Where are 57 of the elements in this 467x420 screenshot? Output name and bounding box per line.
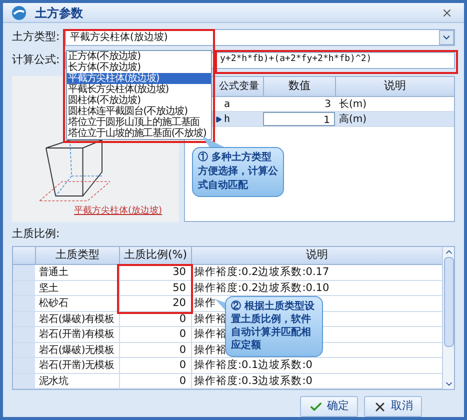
column-header: 公式变量 bbox=[218, 80, 260, 94]
row-header-cell[interactable] bbox=[13, 296, 35, 310]
earthwork-type-dropdown[interactable]: 平截方尖柱体(放边坡) bbox=[65, 28, 455, 46]
table-cell-text: a bbox=[224, 98, 232, 111]
table-cell: 0 bbox=[119, 358, 191, 372]
table-cell: 50 bbox=[119, 280, 191, 295]
scrollbar-thumb[interactable] bbox=[444, 257, 454, 347]
window-title: 土方参数 bbox=[35, 4, 83, 22]
dropdown-option[interactable]: 圆柱体(不放边坡) bbox=[67, 95, 211, 106]
value-input[interactable]: 1 bbox=[263, 112, 335, 126]
dropdown-option[interactable]: 平截长方尖柱体(放边坡) bbox=[67, 84, 211, 95]
table-cell: 0 bbox=[119, 342, 191, 357]
frustum-drawing bbox=[38, 140, 110, 204]
table-cell-text: 高(m) bbox=[338, 112, 368, 126]
table-cell-text: 岩石(爆破)有模板 bbox=[38, 312, 116, 326]
column-header: 土质比例(%) bbox=[119, 247, 191, 264]
scrollbar[interactable] bbox=[442, 247, 454, 389]
close-icon bbox=[441, 6, 453, 18]
row-header-cell[interactable] bbox=[13, 374, 35, 388]
field-label: 土方类型: bbox=[12, 28, 61, 45]
app-logo-icon bbox=[11, 4, 27, 20]
table-cell-text: 岩石(开凿)无模板 bbox=[38, 358, 116, 372]
row-header-cell[interactable] bbox=[13, 342, 35, 357]
dropdown-option[interactable]: 圆柱体连平截圆台(不放边坡) bbox=[67, 106, 211, 117]
field-label: 计算公式: bbox=[12, 52, 61, 68]
table-cell-text: 3 bbox=[324, 98, 332, 111]
row-header-cell[interactable] bbox=[13, 358, 35, 372]
row-header-cell[interactable] bbox=[13, 265, 35, 280]
table-cell-text: h bbox=[224, 113, 232, 126]
diagram-caption: 平截方尖柱体(放边坡) bbox=[74, 205, 162, 218]
table-cell-text: 泥水坑 bbox=[38, 374, 70, 388]
dropdown-option[interactable]: 塔位立于山坡的施工基面(不放坡) bbox=[67, 128, 211, 139]
table-cell: 20 bbox=[119, 296, 191, 310]
table-cell-text: 长(m) bbox=[338, 98, 368, 111]
column-header: 土质类型 bbox=[35, 247, 119, 264]
column-header: 说明 bbox=[335, 77, 454, 96]
check-icon bbox=[309, 400, 323, 414]
dropdown-option[interactable]: 塔位立于圆形山顶上的施工基面 bbox=[67, 117, 211, 128]
table-cell: 0 bbox=[119, 312, 191, 326]
row-header-cell[interactable] bbox=[13, 327, 35, 342]
table-cell-text: 岩石(爆破)无模板 bbox=[38, 344, 116, 357]
column-header: 数值 bbox=[263, 77, 335, 96]
dropdown-option[interactable]: 正方体(不放边坡) bbox=[67, 51, 211, 62]
table-cell-text: 松砂石 bbox=[38, 296, 70, 310]
section-label: 土质比例: bbox=[12, 227, 61, 241]
row-header-cell[interactable] bbox=[13, 312, 35, 326]
table-cell: 0 bbox=[119, 374, 191, 388]
table-cell: 30 bbox=[119, 265, 191, 280]
callout-text: ① 多种土方类型方便选择，计算公式自动匹配 bbox=[198, 151, 278, 193]
confirm-button[interactable]: 确定 bbox=[300, 396, 358, 417]
row-header-cell[interactable] bbox=[13, 280, 35, 295]
table-cell-text: 普通土 bbox=[38, 266, 70, 280]
cancel-button[interactable]: 取消 bbox=[364, 396, 422, 417]
dropdown-option[interactable]: 平截方尖柱体(放边坡) bbox=[67, 73, 211, 84]
table-cell: 0 bbox=[119, 327, 191, 342]
table-cell-text: 坚土 bbox=[38, 282, 60, 295]
table-cell-text: 岩石(开凿)有模板 bbox=[38, 328, 116, 342]
